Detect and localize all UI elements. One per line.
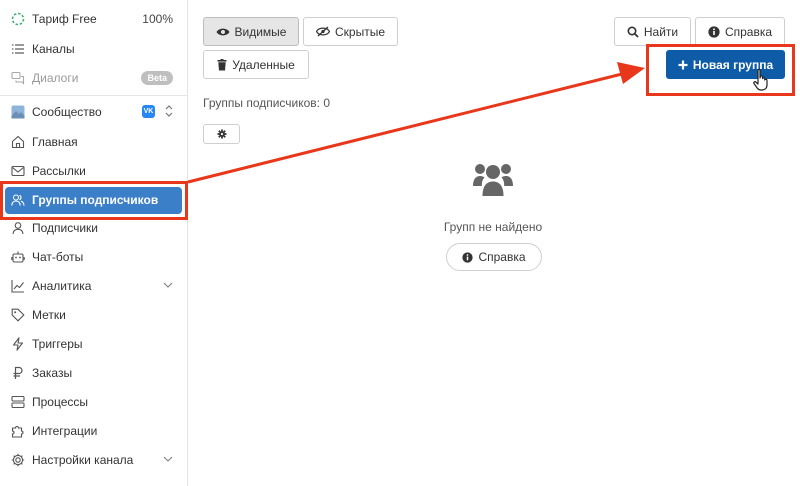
- sidebar-item-label: Процессы: [32, 395, 89, 409]
- tariff-label: Тариф Free: [32, 12, 97, 26]
- sidebar-item-integrations[interactable]: Интеграции: [0, 417, 187, 445]
- annotation-box-new-group: [646, 44, 795, 96]
- envelope-icon: [11, 165, 25, 177]
- hidden-filter-button[interactable]: Скрытые: [303, 17, 398, 46]
- sidebar-item-label: Триггеры: [32, 337, 83, 351]
- chevron-down-icon: [163, 282, 173, 288]
- lightning-icon: [12, 337, 24, 351]
- server-icon: [11, 395, 25, 409]
- deleted-filter-button[interactable]: Удаленные: [203, 50, 309, 79]
- find-button[interactable]: Найти: [614, 17, 691, 46]
- visible-filter-label: Видимые: [234, 24, 287, 39]
- empty-state-text: Групп не найдено: [443, 220, 543, 234]
- sidebar-item-dialogs[interactable]: Диалоги Beta: [0, 64, 187, 92]
- groups-count: Группы подписчиков: 0: [203, 96, 331, 110]
- gear-icon: [11, 453, 25, 467]
- sidebar-community-selector[interactable]: Сообщество VK: [0, 98, 187, 126]
- sidebar-item-label: Аналитика: [32, 279, 92, 293]
- hidden-filter-label: Скрытые: [334, 24, 385, 39]
- eye-icon: [216, 28, 230, 35]
- sidebar-item-channel-settings[interactable]: Настройки канала: [0, 446, 187, 474]
- empty-state-help-button[interactable]: Справка: [446, 243, 542, 271]
- robot-icon: [11, 251, 25, 263]
- sidebar-item-analytics[interactable]: Аналитика: [0, 272, 187, 300]
- sidebar-tariff[interactable]: Тариф Free 100%: [0, 5, 187, 33]
- trash-icon: [217, 58, 227, 70]
- sidebar-item-label: Интеграции: [32, 424, 98, 438]
- chevron-down-icon: [163, 456, 173, 462]
- users-group-icon: [473, 164, 513, 196]
- sidebar-item-label: Диалоги: [32, 71, 79, 85]
- help-button[interactable]: Справка: [695, 17, 785, 46]
- sidebar-item-label: Главная: [32, 135, 78, 149]
- updown-chevron-icon: [165, 105, 173, 117]
- sidebar-item-triggers[interactable]: Триггеры: [0, 330, 187, 358]
- vk-icon: VK: [142, 105, 155, 118]
- community-avatar-icon: [11, 105, 25, 119]
- sidebar-item-label: Каналы: [32, 42, 75, 56]
- deleted-filter-label: Удаленные: [232, 57, 295, 72]
- sidebar-item-home[interactable]: Главная: [0, 128, 187, 156]
- hand-cursor-icon: [753, 68, 768, 91]
- puzzle-icon: [11, 426, 24, 438]
- empty-state-help-label: Справка: [478, 250, 526, 264]
- dashed-circle-icon: [11, 12, 25, 26]
- beta-badge: Beta: [141, 71, 173, 85]
- sidebar-item-label: Подписчики: [32, 221, 99, 235]
- tag-icon: [11, 308, 25, 322]
- sidebar-item-tags[interactable]: Метки: [0, 301, 187, 329]
- user-icon: [12, 222, 24, 235]
- info-icon: [462, 251, 474, 263]
- sidebar-item-chatbots[interactable]: Чат-боты: [0, 243, 187, 271]
- sidebar-divider: [0, 95, 187, 96]
- sidebar-item-label: Рассылки: [32, 164, 86, 178]
- visible-filter-button[interactable]: Видимые: [203, 17, 299, 46]
- chart-line-icon: [11, 280, 24, 293]
- list-icon: [12, 44, 24, 54]
- help-label: Справка: [724, 24, 773, 39]
- sidebar-item-label: Заказы: [32, 366, 73, 380]
- sidebar-item-label: Чат-боты: [32, 250, 84, 264]
- cog-icon: [217, 129, 226, 139]
- sidebar-item-label: Настройки канала: [32, 453, 134, 467]
- home-icon: [11, 135, 25, 149]
- chat-icon: [11, 71, 25, 85]
- annotation-box-groups: [0, 181, 188, 220]
- sidebar-item-processes[interactable]: Процессы: [0, 388, 187, 416]
- community-label: Сообщество: [32, 105, 102, 119]
- find-label: Найти: [643, 24, 679, 39]
- eye-slash-icon: [315, 26, 330, 37]
- sidebar: Тариф Free 100% Каналы Диалоги Beta Сооб…: [0, 0, 188, 486]
- sidebar-item-label: Метки: [32, 308, 66, 322]
- settings-button[interactable]: [203, 124, 240, 144]
- info-icon: [708, 25, 720, 38]
- ruble-icon: [13, 366, 23, 379]
- sidebar-item-channels[interactable]: Каналы: [0, 35, 187, 63]
- tariff-percent: 100%: [142, 12, 173, 26]
- search-icon: [627, 25, 639, 38]
- sidebar-item-orders[interactable]: Заказы: [0, 359, 187, 387]
